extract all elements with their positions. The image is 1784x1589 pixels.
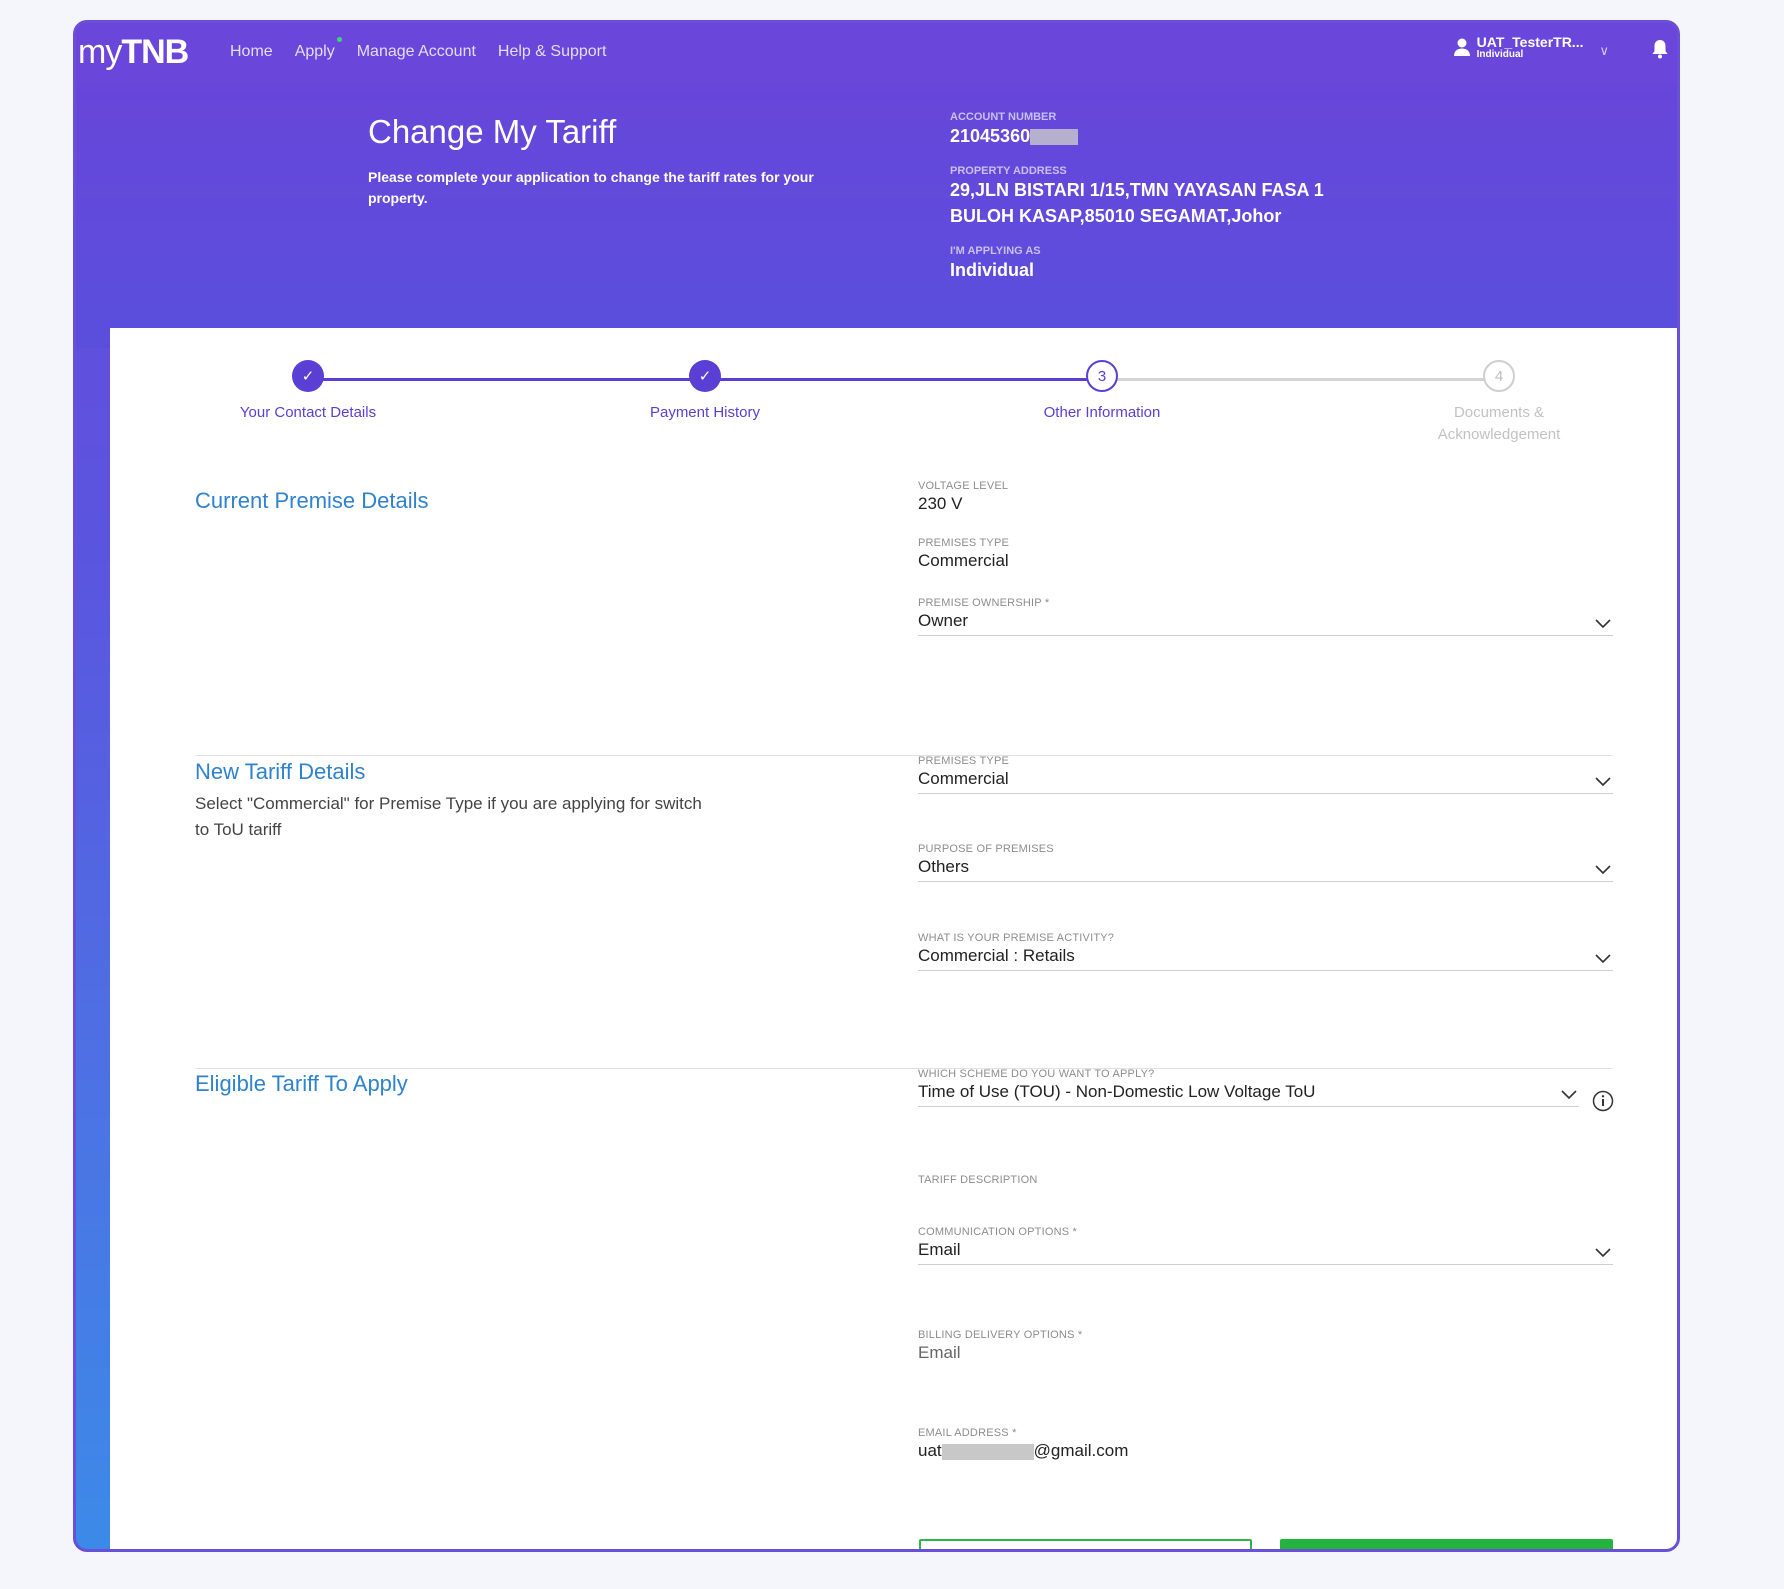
property-address-label: PROPERTY ADDRESS (950, 165, 1067, 177)
account-number-value: 21045360 (950, 123, 1390, 149)
step-other-information[interactable]: 3 Other Information (1022, 360, 1182, 424)
user-role: Individual (1476, 49, 1524, 60)
progress-stepper: ✓ Your Contact Details ✓ Payment History… (110, 360, 1677, 460)
nav-home[interactable]: Home (230, 43, 273, 61)
applying-as-value: Individual (950, 260, 1035, 280)
property-address-value: 29,JLN BISTARI 1/15,TMN YAYASAN FASA 1 B… (950, 180, 1324, 226)
user-menu[interactable]: UAT_TesterTR... Individual ∨ (1453, 35, 1609, 61)
user-name: UAT_TesterTR... (1476, 34, 1584, 50)
back-button[interactable]: Back (919, 1539, 1252, 1549)
section-title-eligible-tariff: Eligible Tariff To Apply (195, 1071, 408, 1096)
new-indicator-dot (336, 37, 342, 42)
scheme-select[interactable]: WHICH SCHEME DO YOU WANT TO APPLY? Time … (918, 1068, 1579, 1107)
form-card: ✓ Your Contact Details ✓ Payment History… (110, 328, 1677, 1549)
new-premises-type-select[interactable]: PREMISES TYPE Commercial (918, 755, 1613, 794)
chevron-down-icon (1595, 1248, 1611, 1258)
premise-ownership-select[interactable]: PREMISE OWNERSHIP * Owner (918, 597, 1613, 636)
user-icon (1453, 38, 1470, 56)
voltage-level-field: VOLTAGE LEVEL 230 V (918, 480, 1009, 513)
check-icon: ✓ (689, 360, 721, 392)
step-payment-history[interactable]: ✓ Payment History (625, 360, 785, 424)
mytnb-logo[interactable]: myTNB (78, 33, 189, 72)
page-title: Change My Tariff (368, 113, 617, 150)
main-nav: Home Apply Manage Account Help & Support (230, 37, 607, 61)
step-number: 3 (1086, 360, 1118, 392)
app-window: myTNB Home Apply Manage Account Help & S… (73, 20, 1680, 1552)
chevron-down-icon (1595, 865, 1611, 875)
nav-apply[interactable]: Apply (295, 37, 342, 61)
step-documents-acknowledgement: 4 Documents & Acknowledgement (1419, 360, 1579, 446)
check-icon: ✓ (292, 360, 324, 392)
redaction-block (941, 1443, 1034, 1460)
purpose-of-premises-select[interactable]: PURPOSE OF PREMISES Others (918, 843, 1613, 882)
nav-help-support[interactable]: Help & Support (498, 43, 607, 61)
email-address-field[interactable]: EMAIL ADDRESS * uat @gmail.com (918, 1427, 1613, 1461)
top-nav-bar: myTNB Home Apply Manage Account Help & S… (76, 23, 1677, 83)
step-contact-details[interactable]: ✓ Your Contact Details (228, 360, 388, 424)
section-title-new-tariff: New Tariff Details (195, 759, 366, 784)
applying-as-label: I'M APPLYING AS (950, 245, 1041, 257)
account-summary: ACCOUNT NUMBER 21045360 PROPERTY ADDRESS… (950, 111, 1390, 299)
account-number-label: ACCOUNT NUMBER (950, 111, 1057, 123)
bell-icon[interactable] (1651, 39, 1669, 59)
chevron-down-icon (1595, 777, 1611, 787)
chevron-down-icon (1561, 1090, 1577, 1100)
nav-manage-account[interactable]: Manage Account (357, 43, 476, 61)
chevron-down-icon (1595, 954, 1611, 964)
save-and-proceed-button[interactable]: Save and Proceed (1280, 1539, 1613, 1549)
info-icon[interactable] (1592, 1090, 1614, 1112)
chevron-down-icon (1595, 619, 1611, 629)
chevron-down-icon: ∨ (1599, 43, 1609, 58)
new-tariff-description: Select "Commercial" for Premise Type if … (195, 794, 702, 839)
section-title-current-premise: Current Premise Details (195, 488, 429, 513)
page-subtitle: Please complete your application to chan… (368, 169, 814, 206)
redaction-block (1030, 129, 1079, 146)
billing-delivery-field: BILLING DELIVERY OPTIONS * Email (918, 1329, 1083, 1362)
premise-activity-select[interactable]: WHAT IS YOUR PREMISE ACTIVITY? Commercia… (918, 932, 1613, 971)
tariff-description-field: TARIFF DESCRIPTION (918, 1174, 1038, 1186)
communication-options-select[interactable]: COMMUNICATION OPTIONS * Email (918, 1226, 1613, 1265)
step-number: 4 (1483, 360, 1515, 392)
current-premises-type-field: PREMISES TYPE Commercial (918, 537, 1010, 570)
page-header: Change My Tariff Please complete your ap… (76, 83, 1677, 348)
